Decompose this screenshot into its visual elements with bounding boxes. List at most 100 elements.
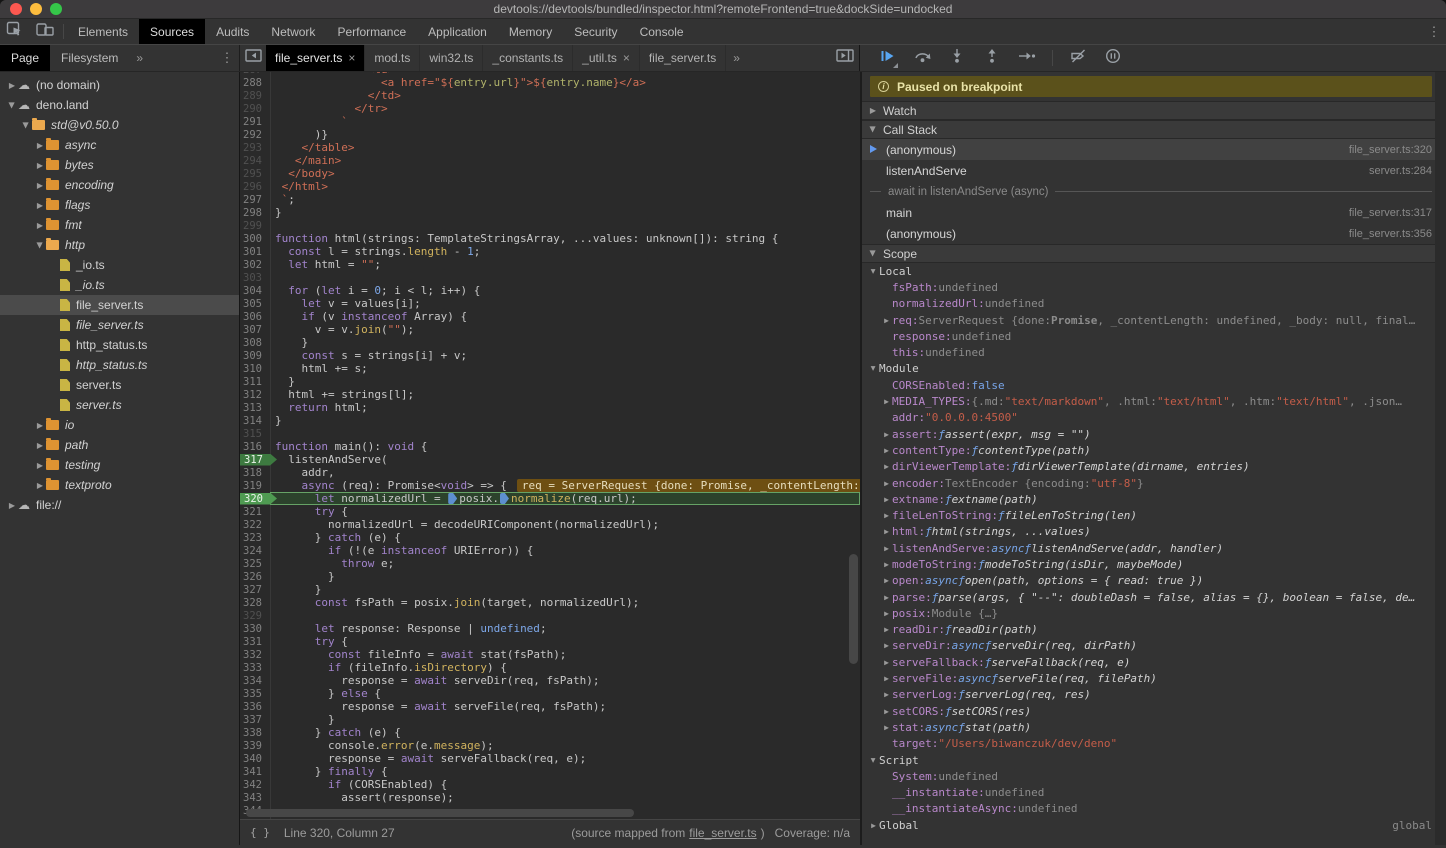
disclosure-triangle-icon[interactable]: ▶ — [34, 201, 46, 210]
disclosure-triangle-icon[interactable]: ▶ — [881, 462, 892, 471]
line-number-318[interactable]: 318 — [240, 467, 270, 479]
disclosure-triangle-icon[interactable]: ▶ — [34, 181, 46, 190]
scope-property-servedir[interactable]: ▶serveDir: async ƒ serveDir(req, dirPath… — [862, 638, 1432, 654]
inline-breakpoint-marker-icon[interactable] — [448, 493, 457, 504]
scope-property-html[interactable]: ▶html: ƒ html(strings, ...values) — [862, 524, 1432, 540]
tree-item-http-status-ts[interactable]: http_status.ts — [0, 335, 239, 355]
line-number-326[interactable]: 326 — [240, 571, 270, 583]
line-number-342[interactable]: 342 — [240, 779, 270, 791]
disclosure-triangle-icon[interactable]: ▶ — [881, 527, 892, 536]
line-number-333[interactable]: 333 — [240, 662, 270, 674]
disclosure-triangle-icon[interactable]: ▶ — [881, 576, 892, 585]
call-stack-frame-1[interactable]: listenAndServeserver.ts:284 — [862, 160, 1446, 181]
scope-property-posix[interactable]: ▶posix: Module {…} — [862, 605, 1432, 621]
scope-property-stat[interactable]: ▶stat: async ƒ stat(path) — [862, 719, 1432, 735]
line-number-287[interactable]: 287 — [240, 72, 270, 76]
line-number-334[interactable]: 334 — [240, 675, 270, 687]
tree-item-textproto[interactable]: ▶textproto — [0, 475, 239, 495]
line-number-325[interactable]: 325 — [240, 558, 270, 570]
watch-section-header[interactable]: ▶ Watch — [862, 101, 1446, 120]
line-number-305[interactable]: 305 — [240, 298, 270, 310]
scope-property-media-types[interactable]: ▶MEDIA_TYPES: {.md: "text/markdown", .ht… — [862, 393, 1432, 409]
line-number-310[interactable]: 310 — [240, 363, 270, 375]
scope-group-script[interactable]: ▶Script — [862, 752, 1432, 768]
line-number-315[interactable]: 315 — [240, 428, 270, 440]
disclosure-triangle-icon[interactable]: ▶ — [868, 821, 879, 830]
call-stack-frame-3[interactable]: mainfile_server.ts:317 — [862, 202, 1446, 223]
editor-tab-constants-ts-3[interactable]: _constants.ts — [483, 45, 573, 71]
breakpoint-badge-320[interactable]: 320 — [240, 493, 277, 505]
disclosure-triangle-icon[interactable]: ▶ — [8, 99, 17, 111]
disclosure-triangle-icon[interactable]: ▶ — [34, 221, 46, 230]
tree-item-io-ts[interactable]: _io.ts — [0, 255, 239, 275]
line-number-299[interactable]: 299 — [240, 220, 270, 232]
line-number-321[interactable]: 321 — [240, 506, 270, 518]
line-number-293[interactable]: 293 — [240, 142, 270, 154]
editor-more-tabs-chevron-icon[interactable]: » — [726, 45, 747, 71]
scope-property-encoder[interactable]: ▶encoder: TextEncoder {encoding: "utf-8"… — [862, 475, 1432, 491]
disclosure-triangle-icon[interactable]: ▶ — [22, 119, 31, 131]
scope-property-filelentostring[interactable]: ▶fileLenToString: ƒ fileLenToString(len) — [862, 507, 1432, 523]
toggle-sidebar-button[interactable] — [831, 45, 859, 71]
close-button[interactable] — [10, 3, 22, 15]
line-number-339[interactable]: 339 — [240, 740, 270, 752]
line-number-289[interactable]: 289 — [240, 90, 270, 102]
disclosure-triangle-icon[interactable]: ▶ — [869, 363, 878, 374]
breakpoint-badge-317[interactable]: 317 — [240, 454, 277, 466]
scope-property-modetostring[interactable]: ▶modeToString: ƒ modeToString(isDir, may… — [862, 556, 1432, 572]
close-tab-icon[interactable]: × — [348, 51, 355, 65]
tree-item-file-server-ts[interactable]: file_server.ts — [0, 295, 239, 315]
editor-horizontal-scrollbar[interactable] — [246, 809, 634, 817]
tree-item-flags[interactable]: ▶flags — [0, 195, 239, 215]
line-number-312[interactable]: 312 — [240, 389, 270, 401]
tree-item-path[interactable]: ▶path — [0, 435, 239, 455]
tab-network[interactable]: Network — [260, 19, 326, 44]
line-number-295[interactable]: 295 — [240, 168, 270, 180]
more-tabs-chevron-icon[interactable]: » — [129, 45, 150, 71]
disclosure-triangle-icon[interactable]: ▶ — [881, 495, 892, 504]
line-number-328[interactable]: 328 — [240, 597, 270, 609]
tree-item-http[interactable]: ▶http — [0, 235, 239, 255]
scope-property-dirviewertemplate[interactable]: ▶dirViewerTemplate: ƒ dirViewerTemplate(… — [862, 459, 1432, 475]
tree-item-fmt[interactable]: ▶fmt — [0, 215, 239, 235]
scope-property-serverlog[interactable]: ▶serverLog: ƒ serverLog(req, res) — [862, 687, 1432, 703]
line-number-296[interactable]: 296 — [240, 181, 270, 193]
line-number-302[interactable]: 302 — [240, 259, 270, 271]
line-number-343[interactable]: 343 — [240, 792, 270, 804]
disclosure-triangle-icon[interactable]: ▶ — [881, 707, 892, 716]
disclosure-triangle-icon[interactable]: ▶ — [34, 421, 46, 430]
line-number-332[interactable]: 332 — [240, 649, 270, 661]
tree-item-io[interactable]: ▶io — [0, 415, 239, 435]
line-number-329[interactable]: 329 — [240, 610, 270, 622]
tab-security[interactable]: Security — [563, 19, 628, 44]
line-number-331[interactable]: 331 — [240, 636, 270, 648]
scope-property-assert[interactable]: ▶assert: ƒ assert(expr, msg = "") — [862, 426, 1432, 442]
tab-performance[interactable]: Performance — [326, 19, 417, 44]
line-number-335[interactable]: 335 — [240, 688, 270, 700]
disclosure-triangle-icon[interactable]: ▶ — [881, 479, 892, 488]
main-menu-kebab-icon[interactable]: ⋮ — [1422, 19, 1446, 44]
line-number-338[interactable]: 338 — [240, 727, 270, 739]
disclosure-triangle-icon[interactable]: ▶ — [34, 141, 46, 150]
line-number-313[interactable]: 313 — [240, 402, 270, 414]
tree-item-deno-land[interactable]: ▶☁deno.land — [0, 95, 239, 115]
editor-tab-mod-ts-1[interactable]: mod.ts — [365, 45, 420, 71]
disclosure-triangle-icon[interactable]: ▶ — [881, 658, 892, 667]
tab-console[interactable]: Console — [629, 19, 695, 44]
step-out-button[interactable] — [982, 48, 1002, 68]
line-number-294[interactable]: 294 — [240, 155, 270, 167]
scope-section-header[interactable]: ▶ Scope — [862, 244, 1446, 263]
disclosure-triangle-icon[interactable]: ▶ — [881, 674, 892, 683]
line-number-292[interactable]: 292 — [240, 129, 270, 141]
device-toolbar-button[interactable] — [30, 19, 60, 44]
disclosure-triangle-icon[interactable]: ▶ — [881, 690, 892, 699]
tree-item-std-v0-50-0[interactable]: ▶std@v0.50.0 — [0, 115, 239, 135]
tree-item-encoding[interactable]: ▶encoding — [0, 175, 239, 195]
disclosure-triangle-icon[interactable]: ▶ — [6, 81, 18, 90]
tree-item-server-ts[interactable]: server.ts — [0, 395, 239, 415]
disclosure-triangle-icon[interactable]: ▶ — [881, 593, 892, 602]
line-number-324[interactable]: 324 — [240, 545, 270, 557]
hide-navigator-button[interactable] — [240, 45, 266, 71]
call-stack-frame-0[interactable]: (anonymous)file_server.ts:320 — [862, 139, 1446, 160]
line-number-337[interactable]: 337 — [240, 714, 270, 726]
